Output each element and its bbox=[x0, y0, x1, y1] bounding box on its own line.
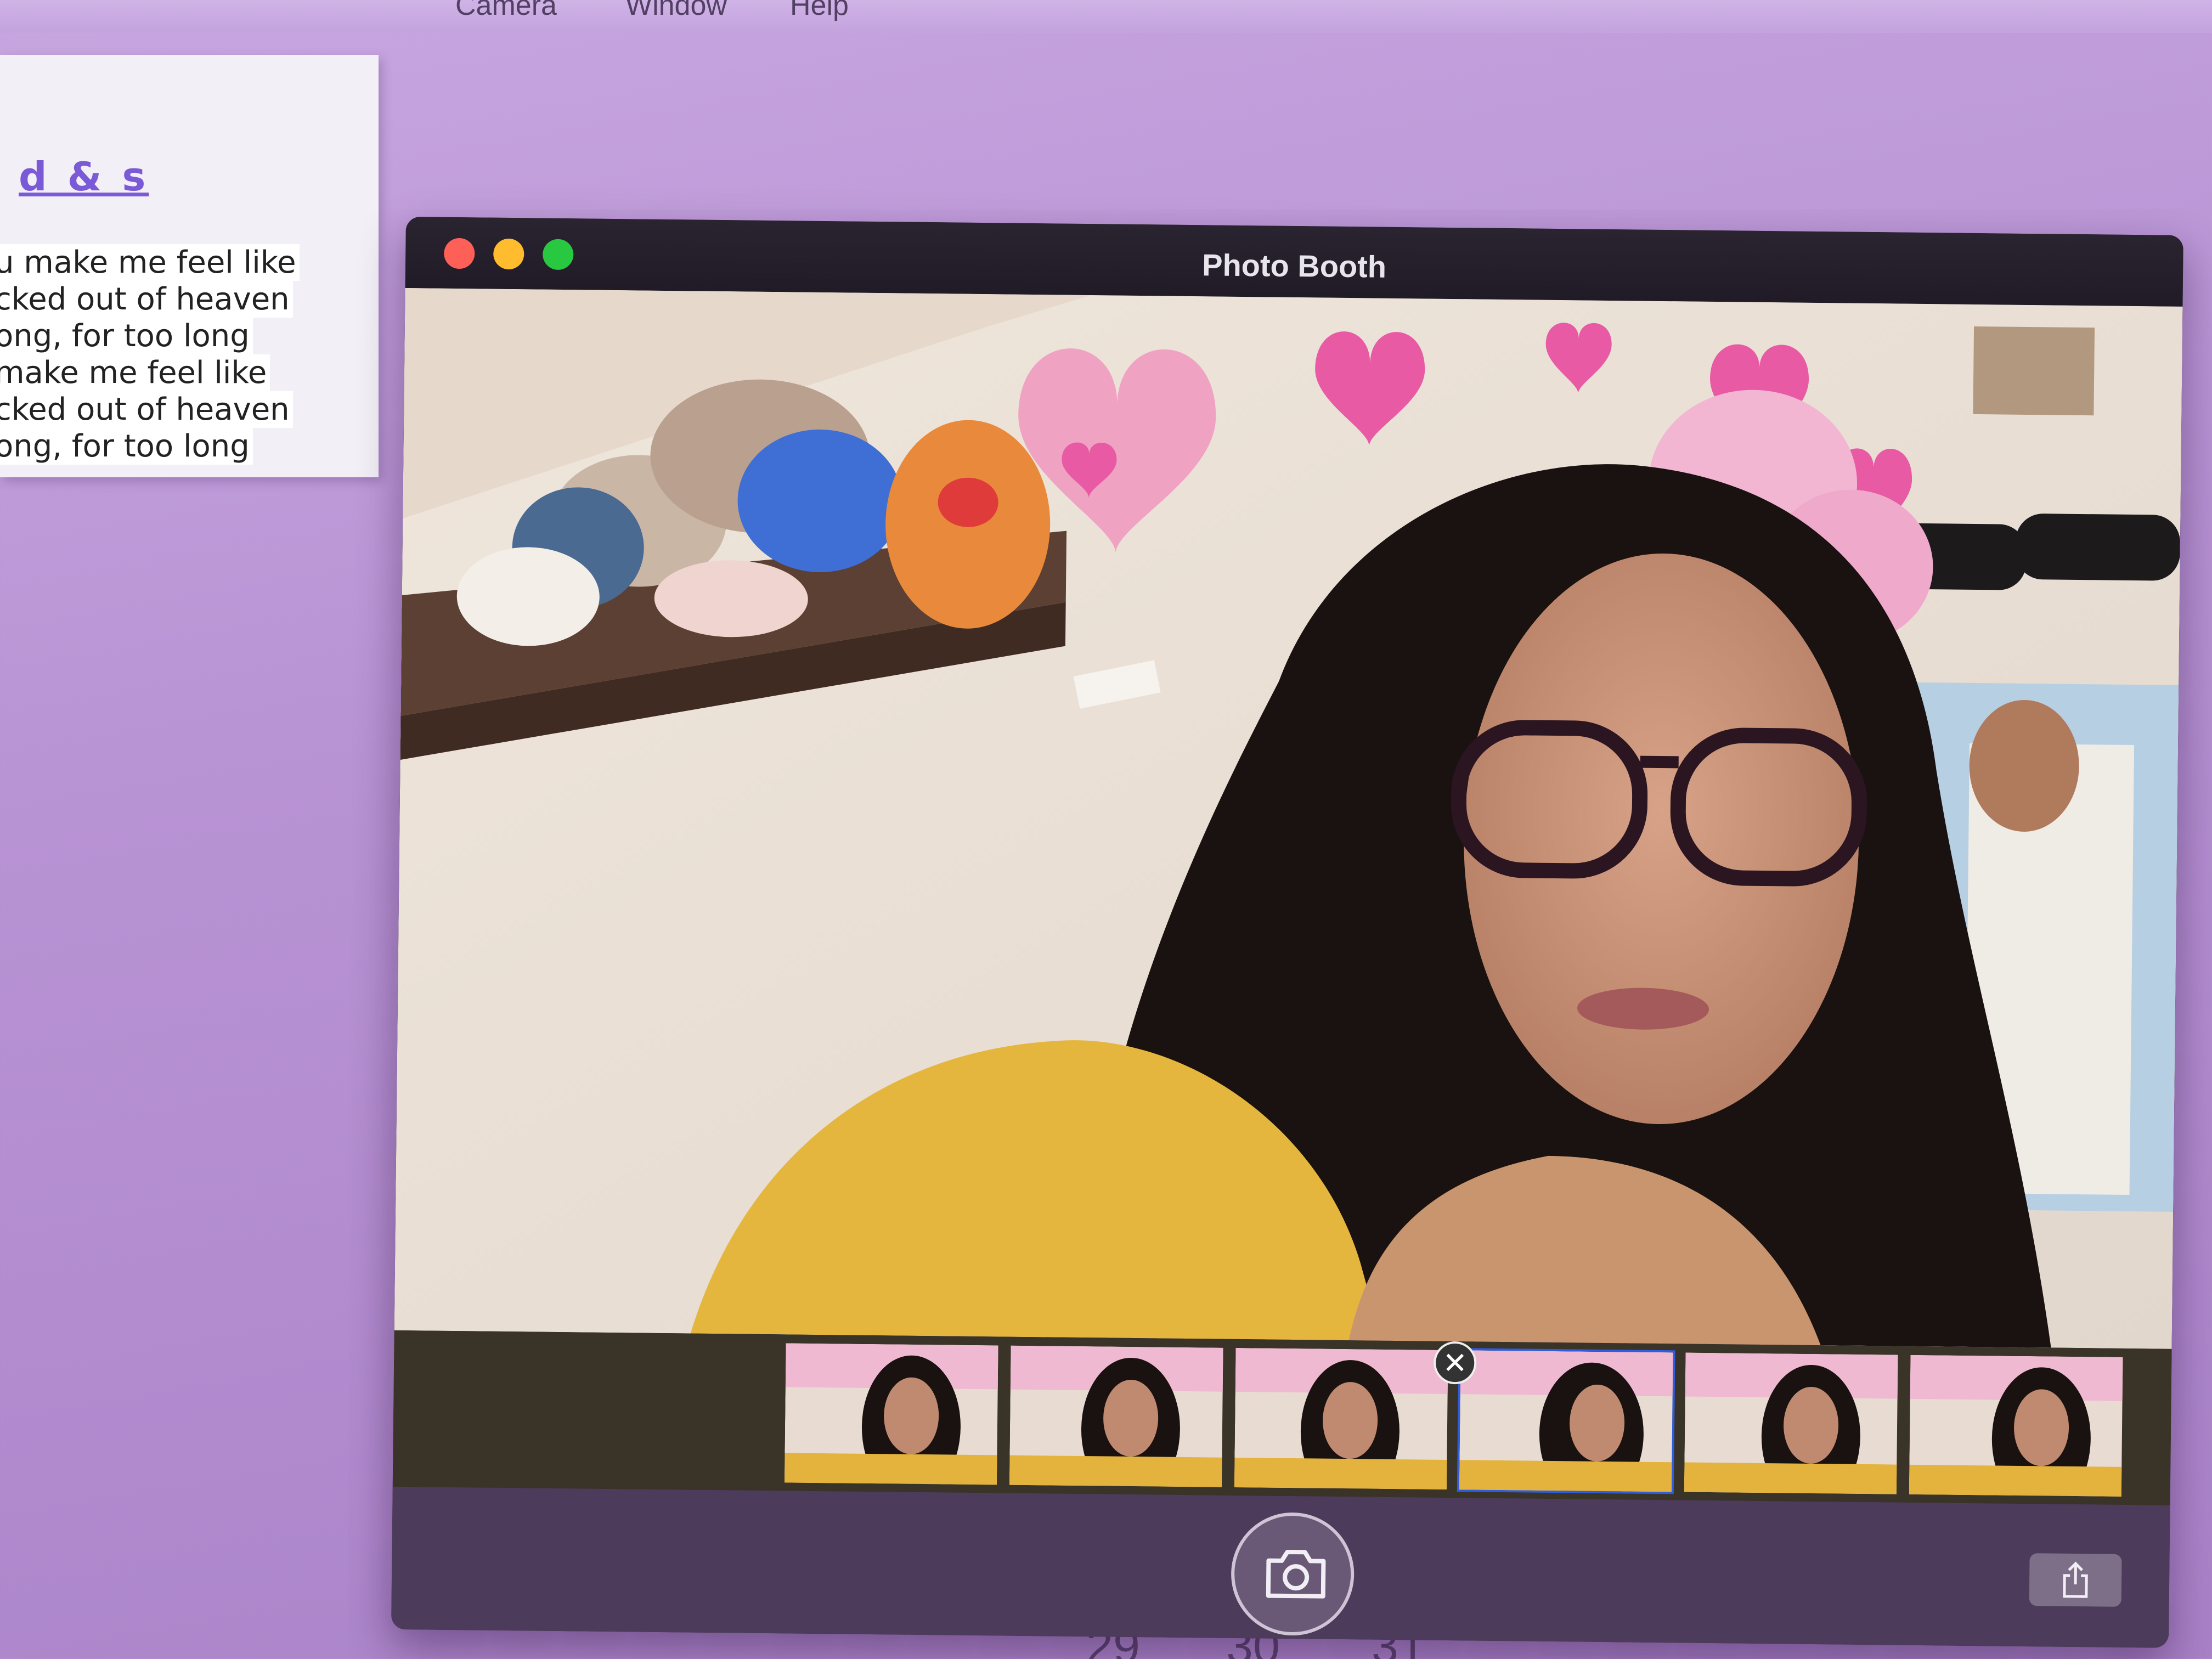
menu-bar: Camera Window Help bbox=[0, 0, 2212, 33]
photo-thumbnail[interactable] bbox=[1682, 1350, 1900, 1497]
lyric-line: u make me feel like bbox=[0, 244, 300, 281]
menu-help[interactable]: Help bbox=[790, 0, 849, 22]
lyric-line: make me feel like bbox=[0, 354, 270, 391]
note-lyrics: u make me feel like cked out of heaven o… bbox=[0, 244, 300, 465]
photo-thumbnail[interactable] bbox=[1007, 1344, 1226, 1489]
lyric-line: cked out of heaven bbox=[0, 281, 293, 318]
camera-preview-image bbox=[394, 287, 2183, 1349]
photo-thumbnail[interactable] bbox=[1232, 1346, 1451, 1492]
delete-photo-button[interactable]: ✕ bbox=[1433, 1341, 1477, 1385]
note-heading: d & s bbox=[19, 154, 149, 200]
lyrics-note-window[interactable]: d & s u make me feel like cked out of he… bbox=[0, 55, 379, 477]
share-icon bbox=[2063, 1561, 2088, 1598]
photo-booth-window: Photo Booth ✕ bbox=[391, 217, 2183, 1648]
menu-window[interactable]: Window bbox=[625, 0, 727, 22]
control-bar bbox=[391, 1486, 2170, 1648]
take-photo-button[interactable] bbox=[1231, 1511, 1355, 1637]
camera-preview bbox=[394, 287, 2183, 1349]
lyric-line: ong, for too long bbox=[0, 428, 253, 465]
camera-icon bbox=[1266, 1549, 1326, 1599]
photo-thumbnail[interactable] bbox=[782, 1341, 1001, 1487]
menu-camera[interactable]: Camera bbox=[455, 0, 557, 22]
photo-thumbnail[interactable] bbox=[1907, 1353, 2125, 1499]
thumbnail-strip: ✕ bbox=[392, 1330, 2172, 1505]
photo-thumbnail-selected[interactable] bbox=[1457, 1348, 1675, 1494]
lyric-line: ong, for too long bbox=[0, 318, 253, 354]
close-icon: ✕ bbox=[1442, 1346, 1468, 1380]
lyric-line: cked out of heaven bbox=[0, 391, 293, 428]
window-title: Photo Booth bbox=[1201, 247, 1387, 284]
share-button[interactable] bbox=[2029, 1553, 2122, 1607]
